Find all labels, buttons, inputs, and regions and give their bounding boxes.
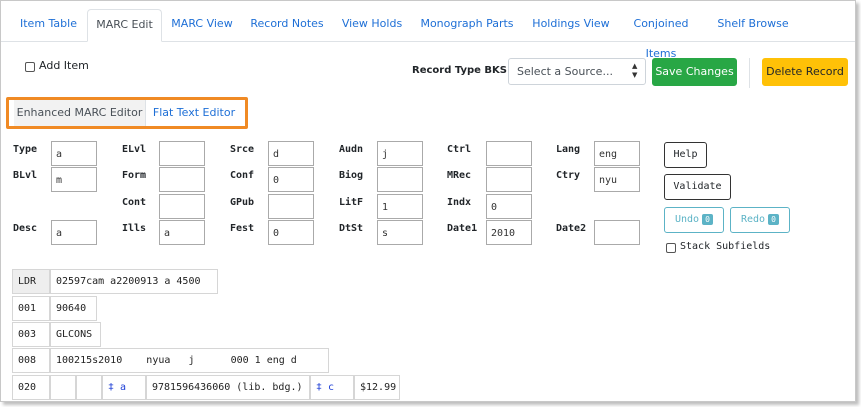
ff-label-audn: Audn xyxy=(339,144,364,155)
ff-input-date1[interactable]: 2010 xyxy=(486,220,532,245)
add-item-label: Add Item xyxy=(39,59,89,72)
ff-label-dtst: DtSt xyxy=(339,223,364,234)
stack-subfields-label: Stack Subfields xyxy=(680,241,771,252)
delete-record-button[interactable]: Delete Record xyxy=(762,58,848,86)
redo-button[interactable]: Redo 0 xyxy=(730,207,790,233)
select-arrows-icon: ▲ ▼ xyxy=(632,62,638,79)
marc-value-008[interactable]: 100215s2010 nyua j 000 1 eng d xyxy=(50,348,329,373)
ff-input-conf[interactable]: 0 xyxy=(268,167,314,192)
ff-label-biog: Biog xyxy=(339,170,364,181)
marc-tag-001[interactable]: 001 xyxy=(12,296,50,321)
ff-input-blvl[interactable]: m xyxy=(51,167,97,192)
ff-input-type[interactable]: a xyxy=(51,141,97,166)
source-select-value: Select a Source... xyxy=(517,65,613,78)
ff-input-date2[interactable] xyxy=(594,220,640,245)
ff-input-ctry[interactable]: nyu xyxy=(594,167,640,192)
ff-label-indx: Indx xyxy=(447,197,472,208)
ff-input-lang[interactable]: eng xyxy=(594,141,640,166)
ff-input-cont[interactable] xyxy=(159,194,205,219)
ff-input-ills[interactable]: a xyxy=(159,220,205,245)
marc-value-003[interactable]: GLCONS xyxy=(50,322,101,347)
ff-label-ctry: Ctry xyxy=(556,170,581,181)
save-changes-button[interactable]: Save Changes xyxy=(652,58,737,86)
marc-edit-panel: Item Table MARC Edit MARC View Record No… xyxy=(0,0,856,402)
ff-input-srce[interactable]: d xyxy=(268,141,314,166)
ff-input-audn[interactable]: j xyxy=(377,141,423,166)
marc-subfield-value-c[interactable]: $12.99 xyxy=(354,375,400,400)
tab-record-notes[interactable]: Record Notes xyxy=(241,9,333,42)
ff-input-form[interactable] xyxy=(159,167,205,192)
tab-monograph-parts[interactable]: Monograph Parts xyxy=(411,9,523,42)
add-item-checkbox[interactable] xyxy=(25,62,35,72)
ff-label-conf: Conf xyxy=(230,170,255,181)
undo-label: Undo xyxy=(674,214,700,225)
ff-label-fest: Fest xyxy=(230,223,255,234)
ff-input-ctrl[interactable] xyxy=(486,141,532,166)
marc-value-ldr[interactable]: 02597cam a2200913 a 4500 xyxy=(50,269,218,294)
ff-label-type: Type xyxy=(13,144,38,155)
marc-subfield-value-a[interactable]: 9781596436060 (lib. bdg.) : xyxy=(146,375,310,400)
ff-input-dtst[interactable]: s xyxy=(377,220,423,245)
marc-subfield-code-c[interactable]: ‡ c xyxy=(310,375,354,400)
redo-count-badge: 0 xyxy=(768,213,780,225)
ff-input-gpub[interactable] xyxy=(268,194,314,219)
ff-label-ills: Ills xyxy=(122,223,147,234)
undo-button[interactable]: Undo 0 xyxy=(664,207,724,233)
ff-label-date2: Date2 xyxy=(556,223,587,234)
ff-label-litf: LitF xyxy=(339,197,364,208)
tab-item-table[interactable]: Item Table xyxy=(9,9,88,42)
redo-label: Redo xyxy=(740,214,766,225)
ff-input-indx[interactable]: 0 xyxy=(486,194,532,219)
ff-input-desc[interactable]: a xyxy=(51,220,97,245)
marc-value-001[interactable]: 90640 xyxy=(50,296,97,321)
record-type-label: Record Type BKS xyxy=(412,65,507,76)
marc-subfield-code-a[interactable]: ‡ a xyxy=(102,375,146,400)
marc-tag-003[interactable]: 003 xyxy=(12,322,50,347)
record-tabs: Item Table MARC Edit MARC View Record No… xyxy=(1,1,855,60)
tab-holdings-view[interactable]: Holdings View xyxy=(523,9,619,42)
marc-tag-008[interactable]: 008 xyxy=(12,348,50,373)
help-button[interactable]: Help xyxy=(664,142,707,168)
ff-input-mrec[interactable] xyxy=(486,167,532,192)
ff-label-date1: Date1 xyxy=(447,223,478,234)
tab-shelf-browse[interactable]: Shelf Browse xyxy=(711,9,795,42)
stack-subfields-checkbox[interactable] xyxy=(666,243,676,253)
ff-input-elvl[interactable] xyxy=(159,141,205,166)
undo-count-badge: 0 xyxy=(702,213,714,225)
marc-tag-020[interactable]: 020 xyxy=(12,375,50,400)
ff-label-mrec: MRec xyxy=(447,170,472,181)
ff-input-fest[interactable]: 0 xyxy=(268,220,314,245)
marc-ind2-020[interactable] xyxy=(76,375,102,400)
ff-label-srce: Srce xyxy=(230,144,255,155)
ff-label-lang: Lang xyxy=(556,144,581,155)
toolbar-divider xyxy=(749,58,750,88)
tab-view-holds[interactable]: View Holds xyxy=(333,9,411,42)
marc-ind1-020[interactable] xyxy=(50,375,76,400)
ff-label-cont: Cont xyxy=(122,197,147,208)
source-select[interactable]: Select a Source... ▲ ▼ xyxy=(508,58,646,85)
tab-conjoined-items[interactable]: Conjoined Items xyxy=(619,9,703,60)
tab-marc-edit[interactable]: MARC Edit xyxy=(87,9,162,42)
validate-button[interactable]: Validate xyxy=(664,174,731,200)
ff-input-litf[interactable]: 1 xyxy=(377,194,423,219)
ff-label-ctrl: Ctrl xyxy=(447,144,472,155)
ff-label-elvl: ELvl xyxy=(122,144,147,155)
ff-label-gpub: GPub xyxy=(230,197,255,208)
ff-label-desc: Desc xyxy=(13,223,38,234)
tab-marc-view[interactable]: MARC View xyxy=(163,9,241,42)
ff-label-form: Form xyxy=(122,170,147,181)
editor-tabs-highlight xyxy=(6,97,248,129)
marc-tag-ldr[interactable]: LDR xyxy=(12,269,50,294)
ff-label-blvl: BLvl xyxy=(13,170,38,181)
ff-input-biog[interactable] xyxy=(377,167,423,192)
